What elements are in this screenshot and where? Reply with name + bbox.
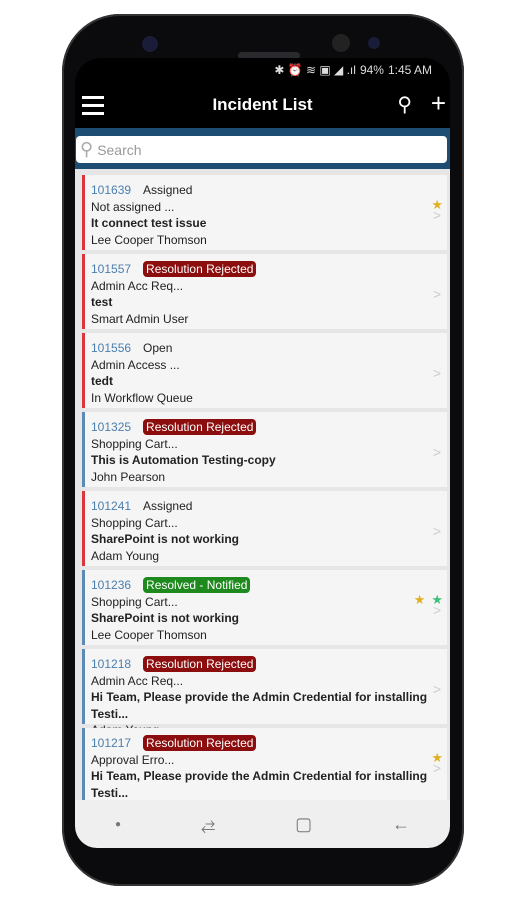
status-icons: ✱ ⏰ ≋ ▣ ◢ .ıl [274, 63, 356, 77]
incident-row[interactable]: 101218 Resolution Rejected Admin Acc Req.… [82, 649, 447, 737]
chevron-right-icon[interactable]: > [433, 365, 441, 382]
assignee: Smart Admin User [91, 311, 189, 326]
incident-id[interactable]: 101556 [91, 341, 131, 355]
battery-level: 94% [359, 63, 384, 77]
dot-icon[interactable]: ● [115, 819, 121, 830]
navigation-bar: ● ⥄ ▢ ← [75, 800, 450, 848]
status-badge: Assigned [143, 183, 193, 197]
back-icon[interactable]: ← [392, 814, 410, 835]
incident-title: tedt [91, 374, 113, 388]
clock: 1:45 AM [387, 63, 432, 77]
status-badge: Resolution Rejected [143, 735, 257, 751]
status-badge: Resolution Rejected [143, 656, 257, 672]
incident-row[interactable]: 101236 Resolved - Notified Shopping Cart.… [82, 570, 447, 645]
incident-row[interactable]: 101325 Resolution Rejected Shopping Cart.… [82, 412, 447, 487]
search-bar: ⚲ Search [75, 128, 450, 169]
chevron-right-icon[interactable]: > [433, 760, 441, 777]
incident-id[interactable]: 101217 [91, 736, 131, 750]
assignee: Lee Cooper Thomson [91, 232, 207, 247]
incident-title: It connect test issue [91, 216, 207, 230]
incident-title: Hi Team, Please provide the Admin Creden… [91, 690, 428, 721]
incident-id[interactable]: 101557 [91, 262, 131, 276]
incident-row[interactable]: 101556 Open Admin Access ... tedt In Work… [82, 333, 447, 408]
iris-sensor-icon [368, 37, 380, 49]
magnifier-icon: ⚲ [80, 139, 94, 159]
chevron-right-icon[interactable]: > [433, 681, 441, 698]
chevron-right-icon[interactable]: > [433, 286, 441, 303]
assignee: Adam Young [91, 548, 160, 563]
incident-title: SharePoint is not working [91, 611, 240, 625]
sensor-icon [332, 34, 350, 52]
status-badge: Open [143, 341, 173, 355]
category: Admin Acc Req... [91, 278, 184, 293]
status-badge: Assigned [143, 499, 193, 513]
front-camera-icon [142, 36, 158, 52]
category: Shopping Cart... [91, 436, 178, 451]
status-bar: ✱ ⏰ ≋ ▣ ◢ .ıl 94% 1:45 AM [75, 58, 450, 82]
search-input[interactable]: ⚲ Search [76, 136, 447, 163]
status-badge: Resolution Rejected [143, 261, 257, 277]
assignee: In Workflow Queue [91, 390, 193, 405]
assignee: Lee Cooper Thomson [91, 627, 207, 642]
category: Approval Erro... [91, 752, 175, 767]
search-icon[interactable]: ⚲ [397, 92, 412, 117]
category: Not assigned ... [91, 199, 175, 214]
incident-row[interactable]: 101639 Assigned Not assigned ... It conne… [82, 175, 447, 250]
incident-row[interactable]: 101241 Assigned Shopping Cart... SharePoi… [82, 491, 447, 566]
incident-list[interactable]: 101639 Assigned Not assigned ... It conne… [75, 169, 450, 811]
incident-id[interactable]: 101639 [91, 183, 131, 197]
category: Shopping Cart... [91, 515, 178, 530]
status-badge: Resolved - Notified [143, 577, 251, 593]
screen: ✱ ⏰ ≋ ▣ ◢ .ıl 94% 1:45 AM Incident List … [75, 58, 450, 848]
app-header: Incident List ⚲ + [75, 82, 450, 128]
chevron-right-icon[interactable]: > [433, 207, 441, 224]
incident-row[interactable]: 101217 Resolution Rejected Approval Erro.… [82, 728, 447, 811]
category: Admin Acc Req... [91, 673, 184, 688]
category: Admin Access ... [91, 357, 180, 372]
chevron-right-icon[interactable]: > [433, 444, 441, 461]
incident-id[interactable]: 101236 [91, 578, 131, 592]
page-title: Incident List [212, 95, 313, 114]
incident-id[interactable]: 101218 [91, 657, 131, 671]
category: Shopping Cart... [91, 594, 178, 609]
search-placeholder: Search [97, 141, 142, 158]
incident-row[interactable]: 101557 Resolution Rejected Admin Acc Req.… [82, 254, 447, 329]
chevron-right-icon[interactable]: > [433, 523, 441, 540]
incident-id[interactable]: 101241 [91, 499, 131, 513]
chevron-right-icon[interactable]: > [433, 602, 441, 619]
incident-title: SharePoint is not working [91, 532, 240, 546]
star-icon: ★ [413, 592, 426, 607]
assignee: John Pearson [91, 469, 166, 484]
incident-title: This is Automation Testing-copy [91, 453, 276, 467]
incident-title: test [91, 295, 113, 309]
incident-title: Hi Team, Please provide the Admin Creden… [91, 769, 428, 800]
home-icon[interactable]: ▢ [295, 814, 312, 835]
status-badge: Resolution Rejected [143, 419, 257, 435]
recent-apps-icon[interactable]: ⥄ [201, 814, 215, 835]
add-icon[interactable]: + [431, 88, 446, 119]
incident-id[interactable]: 101325 [91, 420, 131, 434]
